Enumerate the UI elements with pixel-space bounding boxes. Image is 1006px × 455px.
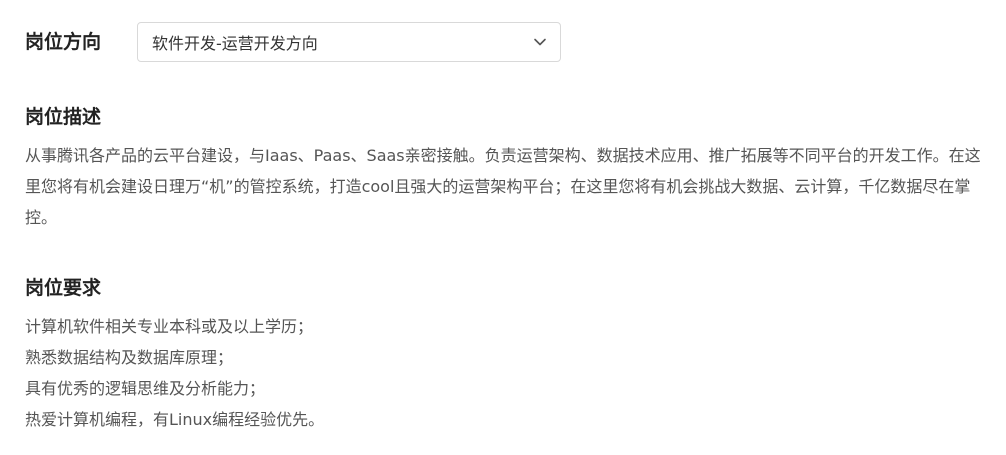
list-item: 熟悉数据结构及数据库原理；	[25, 348, 234, 367]
list-item: 计算机软件相关专业本科或及以上学历；	[25, 317, 314, 336]
job-description-text: 从事腾讯各产品的云平台建设，与Iaas、Paas、Saas亲密接触。负责运营架构…	[25, 146, 981, 227]
position-direction-label: 岗位方向	[25, 31, 102, 53]
chevron-down-icon[interactable]	[532, 34, 548, 50]
job-description-section: 岗位描述 从事腾讯各产品的云平台建设，与Iaas、Paas、Saas亲密接触。负…	[25, 104, 985, 233]
position-direction-row: 岗位方向 软件开发-运营开发方向	[25, 21, 561, 63]
position-direction-selected-value: 软件开发-运营开发方向	[152, 34, 318, 53]
list-item: 具有优秀的逻辑思维及分析能力；	[25, 379, 266, 398]
job-description-title: 岗位描述	[25, 106, 102, 128]
position-direction-select[interactable]: 软件开发-运营开发方向	[137, 22, 561, 62]
job-requirements-section: 岗位要求 计算机软件相关专业本科或及以上学历； 熟悉数据结构及数据库原理； 具有…	[25, 275, 985, 435]
job-requirements-title: 岗位要求	[25, 277, 102, 299]
list-item: 热爱计算机编程，有Linux编程经验优先。	[25, 410, 325, 429]
requirements-list: 计算机软件相关专业本科或及以上学历； 熟悉数据结构及数据库原理； 具有优秀的逻辑…	[25, 311, 985, 435]
